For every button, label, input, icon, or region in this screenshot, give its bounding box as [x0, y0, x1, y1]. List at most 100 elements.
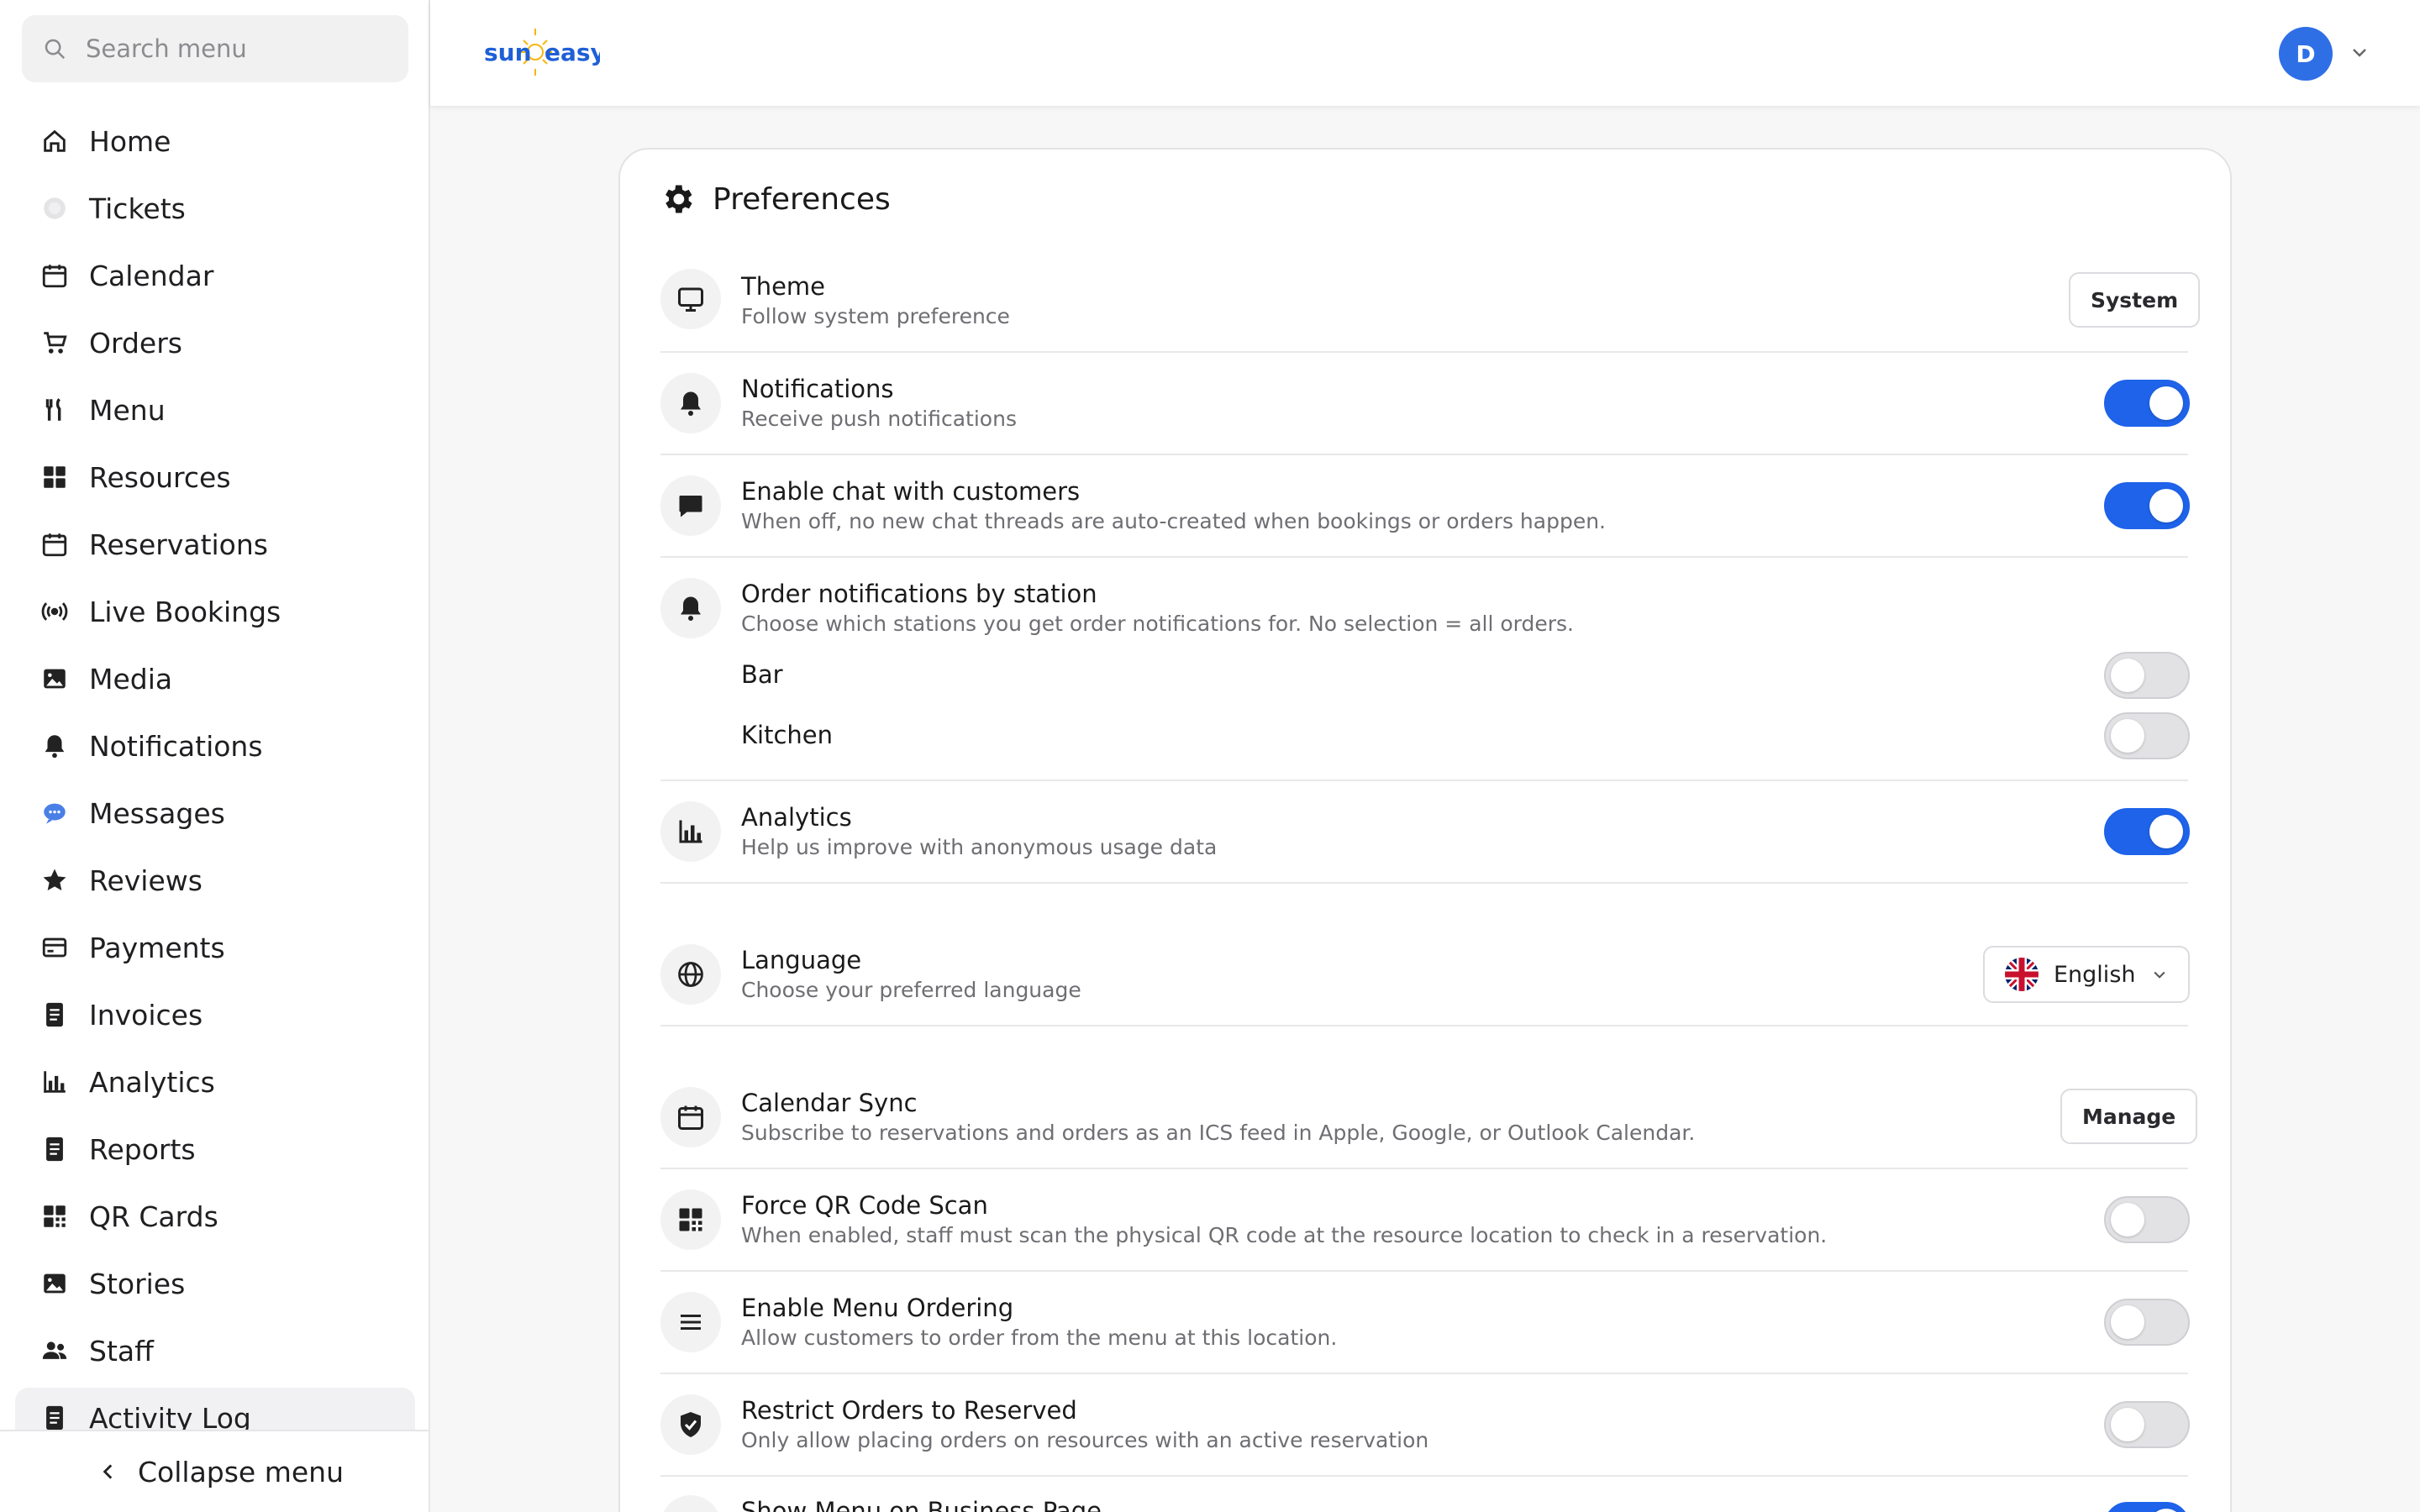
qr-icon	[40, 1202, 69, 1231]
divider	[660, 1025, 2188, 1026]
chat-icon	[40, 799, 69, 827]
sidebar-item-menu[interactable]: Menu	[15, 380, 415, 440]
sidebar-item-reviews[interactable]: Reviews	[15, 850, 415, 911]
divider	[660, 454, 2188, 455]
sidebar-item-resources[interactable]: Resources	[15, 447, 415, 507]
sidebar-item-label: Home	[89, 124, 171, 158]
sidebar-item-label: Analytics	[89, 1065, 215, 1099]
force-qr-title: Force QR Code Scan	[741, 1191, 988, 1220]
sidebar-item-orders[interactable]: Orders	[15, 312, 415, 373]
sidebar-item-home[interactable]: Home	[15, 111, 415, 171]
theme-select-button[interactable]: System	[2069, 272, 2201, 328]
restrict-orders-title: Restrict Orders to Reserved	[741, 1396, 1077, 1425]
sidebar-item-qr-cards[interactable]: QR Cards	[15, 1186, 415, 1247]
monitor-icon	[660, 269, 721, 329]
language-subtitle: Choose your preferred language	[741, 978, 1081, 1002]
utensils-icon	[40, 396, 69, 424]
calendar-sync-title: Calendar Sync	[741, 1089, 918, 1117]
bell-icon	[660, 578, 721, 638]
tickets-icon	[40, 194, 69, 223]
sidebar-item-invoices[interactable]: Invoices	[15, 984, 415, 1045]
document-icon	[40, 1000, 69, 1029]
collapse-menu-label: Collapse menu	[138, 1455, 345, 1488]
list-icon	[660, 1292, 721, 1352]
analytics-subtitle: Help us improve with anonymous usage dat…	[741, 835, 1218, 859]
chevron-down-icon[interactable]	[2349, 42, 2370, 62]
globe-icon	[660, 944, 721, 1005]
divider	[660, 556, 2188, 558]
station-kitchen-toggle[interactable]	[2104, 712, 2190, 759]
sidebar-item-tickets[interactable]: Tickets	[15, 178, 415, 239]
top-header	[430, 0, 2420, 106]
search-input[interactable]: Search menu	[22, 15, 408, 82]
chat-toggle[interactable]	[2104, 482, 2190, 529]
sidebar-item-messages[interactable]: Messages	[15, 783, 415, 843]
sidebar-item-label: Resources	[89, 460, 231, 494]
calendar-icon	[40, 530, 69, 559]
search-icon	[45, 39, 66, 60]
shield-check-icon	[660, 1394, 721, 1455]
broadcast-icon	[40, 597, 69, 626]
menu-ordering-title: Enable Menu Ordering	[741, 1294, 1014, 1322]
sidebar-item-media[interactable]: Media	[15, 648, 415, 709]
force-qr-toggle[interactable]	[2104, 1196, 2190, 1243]
sidebar-item-live-bookings[interactable]: Live Bookings	[15, 581, 415, 642]
star-icon	[40, 866, 69, 895]
bell-icon	[660, 373, 721, 433]
menu-ordering-subtitle: Allow customers to order from the menu a…	[741, 1326, 1338, 1350]
order-notifications-subtitle: Choose which stations you get order noti…	[741, 612, 1574, 636]
calendar-icon	[660, 1087, 721, 1147]
station-bar-toggle[interactable]	[2104, 652, 2190, 699]
svg-text:easy: easy	[544, 39, 600, 66]
notifications-title: Notifications	[741, 375, 894, 403]
collapse-menu-button[interactable]: Collapse menu	[0, 1430, 429, 1512]
divider	[660, 1373, 2188, 1374]
grid-icon	[40, 463, 69, 491]
sidebar-item-reports[interactable]: Reports	[15, 1119, 415, 1179]
sidebar-item-analytics[interactable]: Analytics	[15, 1052, 415, 1112]
notifications-toggle[interactable]	[2104, 380, 2190, 427]
chat-bubble-icon	[660, 475, 721, 536]
chat-subtitle: When off, no new chat threads are auto-c…	[741, 509, 1606, 533]
calendar-sync-subtitle: Subscribe to reservations and orders as …	[741, 1121, 1696, 1145]
sidebar-item-label: Reservations	[89, 528, 268, 561]
calendar-icon	[40, 261, 69, 290]
qr-icon	[660, 1189, 721, 1250]
card-icon	[40, 933, 69, 962]
sidebar-item-notifications[interactable]: Notifications	[15, 716, 415, 776]
sidebar-item-label: Menu	[89, 393, 166, 427]
sidebar: Search menu Home Tickets Calendar Orders…	[0, 0, 430, 1512]
bar-chart-icon	[660, 801, 721, 862]
sidebar-item-label: Orders	[89, 326, 182, 360]
language-select[interactable]: English	[1983, 946, 2190, 1003]
divider	[660, 1475, 2188, 1477]
chevron-down-icon	[2153, 971, 2165, 979]
restrict-orders-toggle[interactable]	[2104, 1401, 2190, 1448]
theme-subtitle: Follow system preference	[741, 304, 1010, 328]
menu-ordering-toggle[interactable]	[2104, 1299, 2190, 1346]
sidebar-item-staff[interactable]: Staff	[15, 1320, 415, 1381]
analytics-toggle[interactable]	[2104, 808, 2190, 855]
sunneasy-logo[interactable]: sun easy	[482, 25, 600, 81]
chat-title: Enable chat with customers	[741, 477, 1081, 506]
sidebar-item-reservations[interactable]: Reservations	[15, 514, 415, 575]
sidebar-item-payments[interactable]: Payments	[15, 917, 415, 978]
notifications-subtitle: Receive push notifications	[741, 407, 1017, 431]
restrict-orders-subtitle: Only allow placing orders on resources w…	[741, 1428, 1429, 1452]
language-selected: English	[2054, 961, 2136, 988]
svg-text:sun: sun	[484, 39, 532, 66]
avatar[interactable]: D	[2279, 27, 2333, 81]
gear-icon	[666, 185, 692, 213]
sidebar-item-label: QR Cards	[89, 1200, 218, 1233]
sidebar-item-label: Reviews	[89, 864, 203, 897]
show-menu-title: Show Menu on Business Page	[741, 1497, 1102, 1512]
sidebar-item-label: Invoices	[89, 998, 203, 1032]
analytics-title: Analytics	[741, 803, 852, 832]
uk-flag-icon	[2005, 958, 2039, 991]
sidebar-item-label: Live Bookings	[89, 595, 281, 628]
sidebar-item-label: Payments	[89, 931, 225, 964]
calendar-sync-manage-button[interactable]: Manage	[2060, 1089, 2198, 1144]
sidebar-item-stories[interactable]: Stories	[15, 1253, 415, 1314]
theme-title: Theme	[741, 272, 826, 301]
sidebar-item-calendar[interactable]: Calendar	[15, 245, 415, 306]
